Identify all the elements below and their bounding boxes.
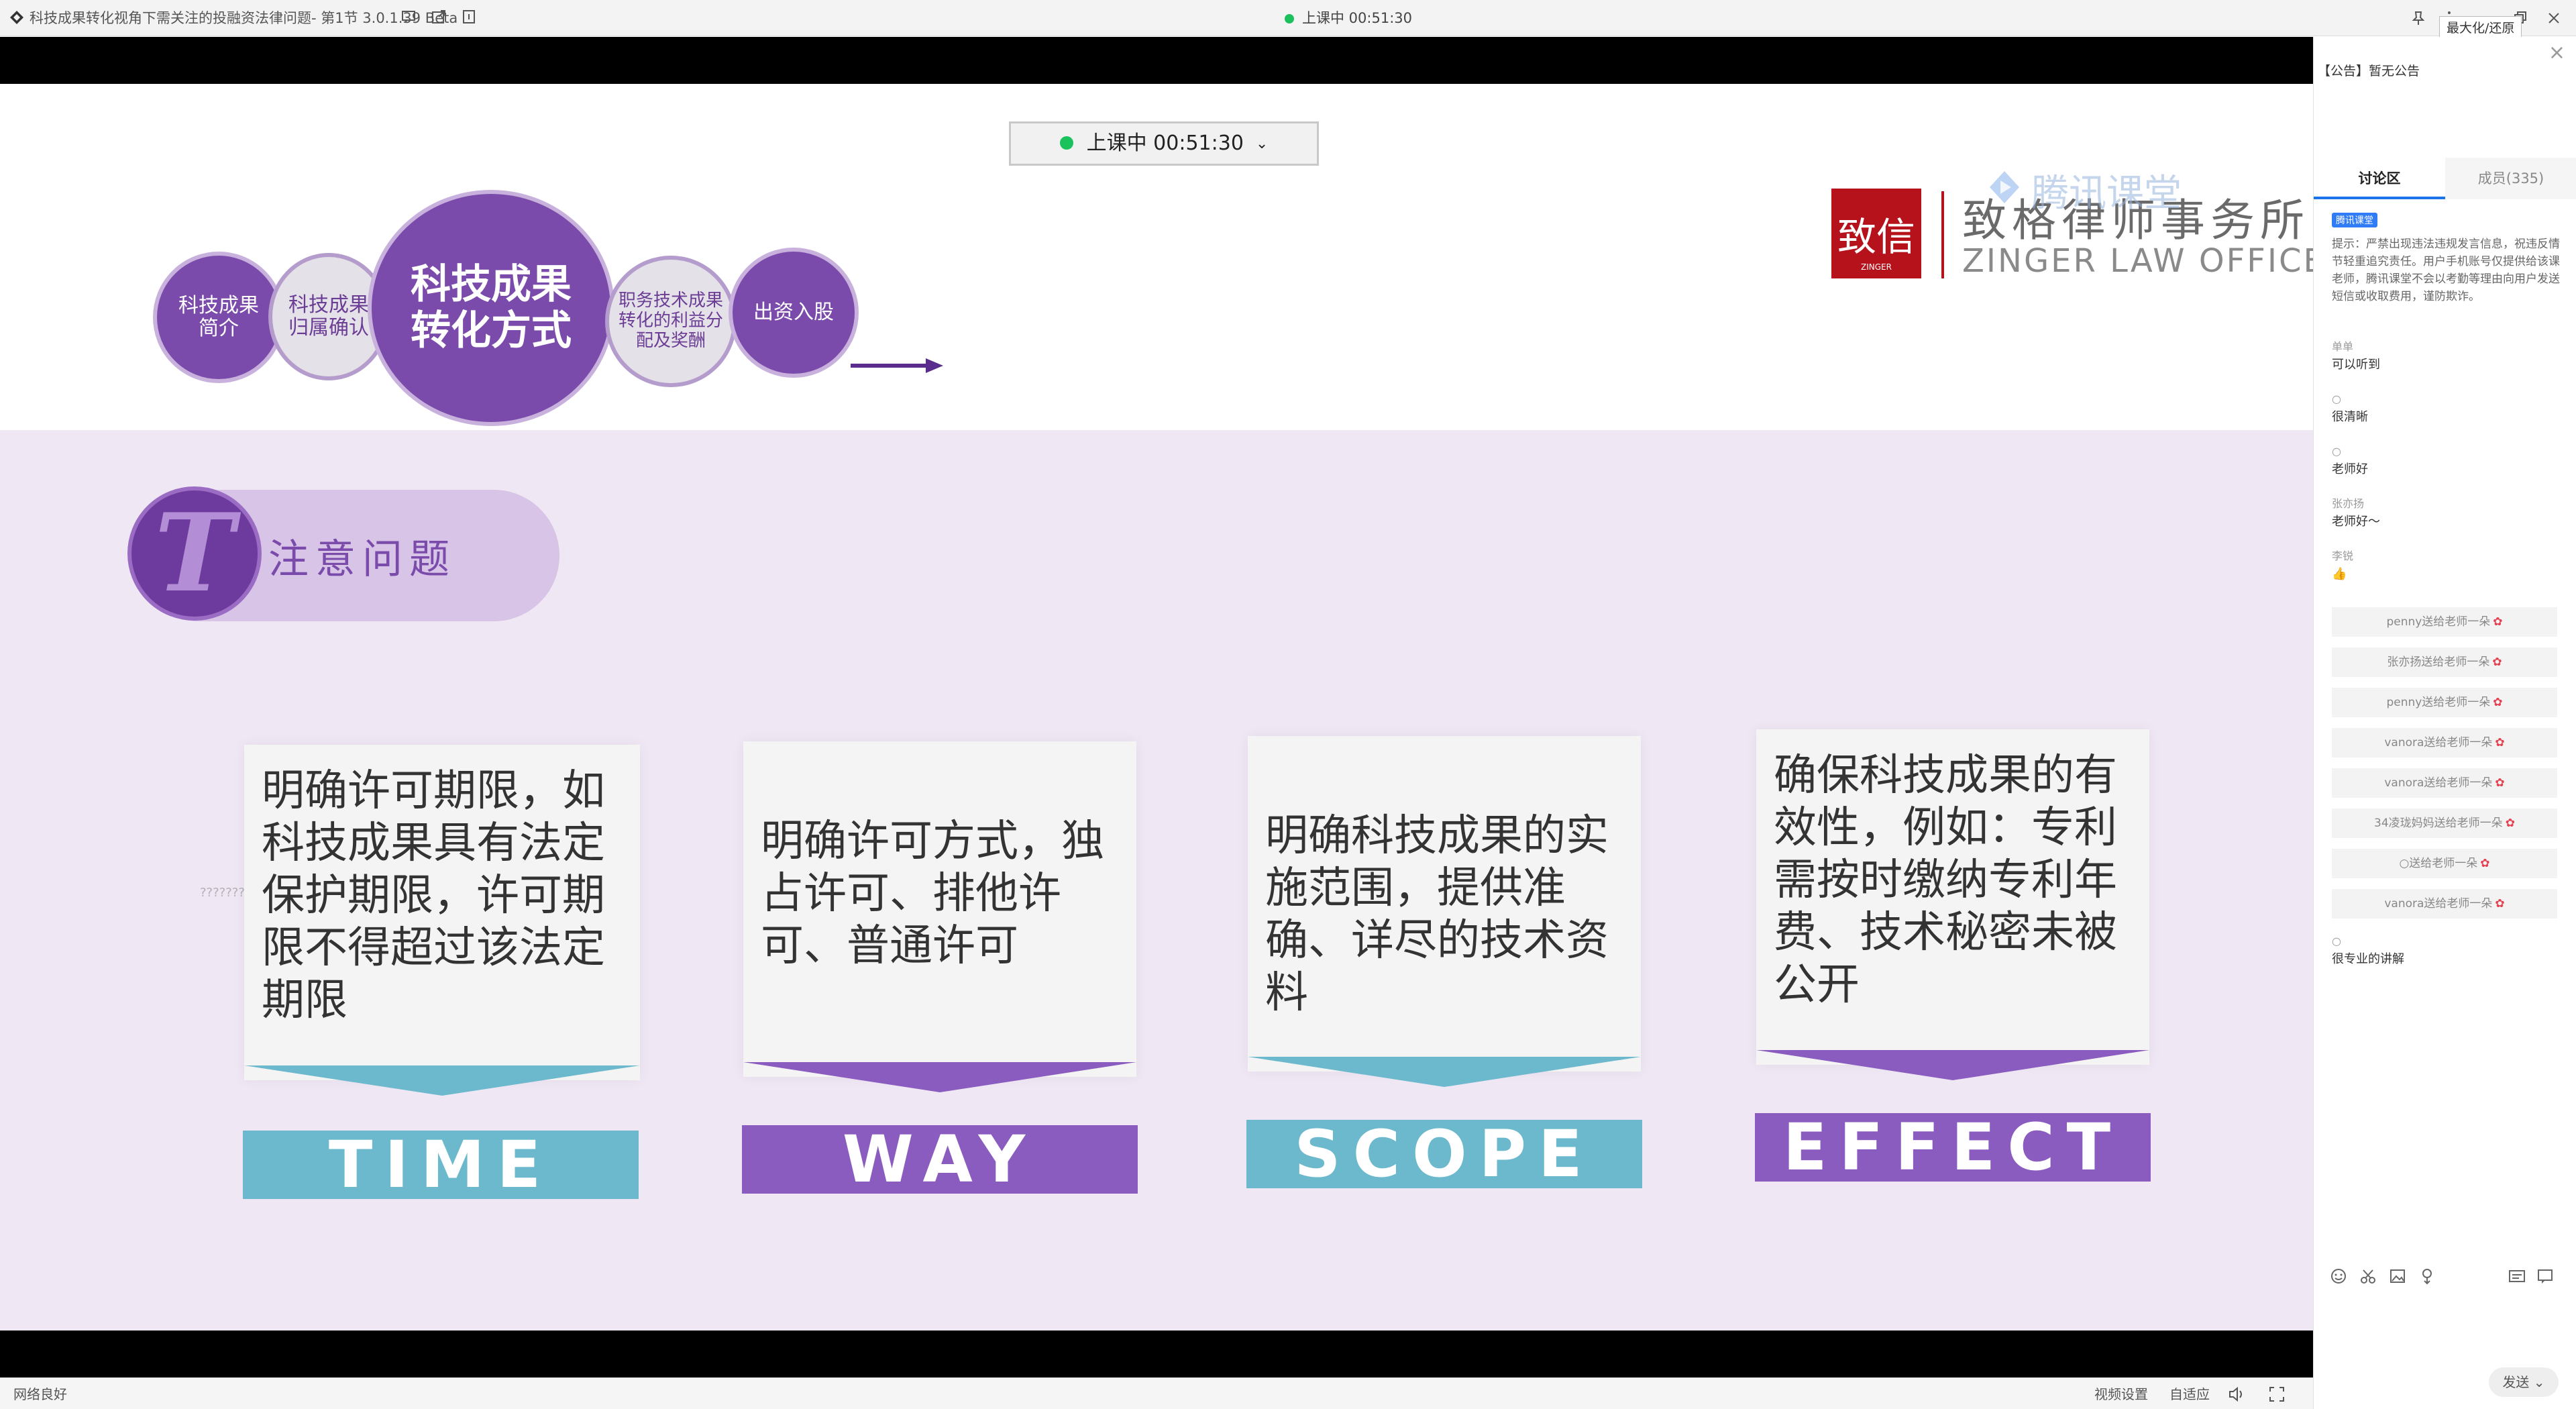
panel-close-icon[interactable]: × (2548, 41, 2565, 64)
send-button[interactable]: 发送 ⌄ (2489, 1367, 2559, 1397)
law-office-name-en: ZINGER LAW OFFICE (1962, 242, 2313, 280)
card-scope-text: 明确科技成果的实施范围，提供准确、详尽的技术资料 (1248, 736, 1641, 1072)
network-status: 网络良好 (13, 1386, 67, 1402)
chat-message: ○ 很清晰 (2332, 393, 2368, 424)
flower-icon: ✿ (2495, 736, 2505, 749)
announcement: 【公告】暂无公告 (2318, 64, 2420, 79)
card-way-arrow (743, 1062, 1136, 1092)
flow-circle-transfer-method: 科技成果 转化方式 (368, 190, 614, 426)
gift-notice: penny送给老师一朵 ✿ (2332, 607, 2557, 637)
flower-gift-icon[interactable] (2417, 1266, 2437, 1286)
tencent-classroom-watermark: 腾讯课堂 (2031, 172, 2182, 215)
close-button[interactable] (2541, 5, 2567, 31)
scissors-icon[interactable] (2358, 1266, 2378, 1286)
adaptive-button[interactable]: 自适应 (2169, 1384, 2210, 1405)
gift-notice: ○送给老师一朵 ✿ (2332, 849, 2557, 878)
card-time-label: TIME (243, 1131, 639, 1199)
message-icon[interactable] (2535, 1266, 2555, 1286)
section-title: 注意问题 (268, 536, 456, 583)
card-effect-label: EFFECT (1755, 1113, 2151, 1182)
flower-icon: ✿ (2492, 656, 2502, 669)
gift-notice: 张亦扬送给老师一朵 ✿ (2332, 647, 2557, 677)
pin-icon[interactable] (2406, 5, 2431, 31)
gift-notice: penny送给老师一朵 ✿ (2332, 688, 2557, 717)
card-time-text: 明确许可期限，如科技成果具有法定保护期限，许可期限不得超过该法定期限 (244, 745, 640, 1080)
flow-arrow-icon (851, 358, 943, 373)
gift-notice: 34凌珑妈妈送给老师一朵 ✿ (2332, 808, 2557, 838)
logo-divider (1941, 191, 1944, 278)
status-bar: 网络良好 视频设置 自适应 (0, 1377, 2313, 1409)
flower-icon: ✿ (2505, 817, 2515, 830)
window-title: 科技成果转化视角下需关注的投融资法律问题- 第1节 3.0.1.39 Beta (30, 10, 458, 26)
class-status: 上课中 00:51:30 (1285, 7, 1412, 30)
chat-panel: × 【公告】暂无公告 讨论区 成员(335) 腾讯课堂 提示：严禁出现违法违规发… (2313, 37, 2576, 1409)
card-time-arrow (244, 1065, 640, 1096)
flow-circle-capital-contribution: 出资入股 (729, 248, 859, 378)
chat-message: 李锐 👍 (2332, 550, 2354, 581)
law-office-seal-logo: 致信 ZINGER (1831, 189, 1921, 278)
flower-icon: ✿ (2495, 897, 2505, 910)
flow-circle-benefit-distribution: 职务技术成果 转化的利益分 配及奖酬 (605, 256, 737, 387)
emoji-icon[interactable] (2328, 1266, 2349, 1286)
volume-icon[interactable] (2227, 1385, 2246, 1404)
video-settings-button[interactable]: 视频设置 (2094, 1384, 2148, 1405)
card-effect-arrow (1756, 1050, 2149, 1080)
slide: 上课中 00:51:30 ⌄ 科技成果 简介 科技成果 归属确认 科技成果 转化方… (0, 84, 2313, 1330)
chat-message: 张亦扬 老师好～ (2332, 497, 2380, 529)
title-bar: 科技成果转化视角下需关注的投融资法律问题- 第1节 3.0.1.39 Beta … (0, 0, 2576, 36)
share-out-icon[interactable] (430, 8, 447, 25)
app-logo-icon (10, 11, 23, 24)
flower-icon: ✿ (2495, 776, 2505, 790)
image-icon[interactable] (2387, 1266, 2408, 1286)
fullscreen-icon[interactable] (2267, 1385, 2286, 1404)
flower-icon: ✿ (2480, 857, 2490, 870)
live-dot-icon (1285, 14, 1294, 23)
chat-message: ○ 老师好 (2332, 445, 2368, 476)
gift-notice: vanora送给老师一朵 ✿ (2332, 889, 2557, 919)
flow-circle-intro: 科技成果 简介 (153, 252, 284, 383)
video-area[interactable]: 上课中 00:51:30 ⌄ 科技成果 简介 科技成果 归属确认 科技成果 转化方… (0, 37, 2313, 1377)
gift-notice: vanora送给老师一朵 ✿ (2332, 768, 2557, 798)
comment-icon[interactable] (400, 8, 417, 25)
system-tip: 提示：严禁出现违法违规发言信息，祝违反情节轻重追究责任。用户手机账号仅提供给该课… (2332, 238, 2560, 303)
card-way-label: WAY (742, 1125, 1138, 1194)
gift-notice: vanora送给老师一朵 ✿ (2332, 728, 2557, 758)
chevron-down-icon: ⌄ (1255, 136, 1269, 152)
flower-icon: ✿ (2493, 615, 2503, 629)
tencent-classroom-play-icon (1990, 171, 2019, 203)
chat-message: 单单 可以听到 (2332, 340, 2380, 372)
live-status-pill[interactable]: 上课中 00:51:30 ⌄ (1009, 121, 1319, 166)
card-way-text: 明确许可方式，独占许可、排他许可、普通许可 (743, 741, 1136, 1077)
card-scope-label: SCOPE (1246, 1120, 1642, 1188)
card-effect-text: 确保科技成果的有效性，例如：专利需按时缴纳专利年费、技术秘密未被公开 (1756, 729, 2149, 1065)
live-dot-icon (1059, 136, 1073, 150)
chat-message: ○ 很专业的讲解 (2332, 935, 2404, 966)
section-letter-badge: T (127, 486, 262, 621)
info-icon[interactable] (460, 8, 478, 25)
card-scope-arrow (1248, 1057, 1641, 1087)
tab-members[interactable]: 成员(335) (2445, 158, 2576, 199)
panel-tabs: 讨论区 成员(335) (2314, 158, 2576, 199)
tab-discussion[interactable]: 讨论区 (2314, 158, 2445, 199)
flower-icon: ✿ (2493, 696, 2503, 709)
tencent-classroom-badge: 腾讯课堂 (2332, 213, 2377, 227)
subtitle-icon[interactable] (2507, 1266, 2527, 1286)
